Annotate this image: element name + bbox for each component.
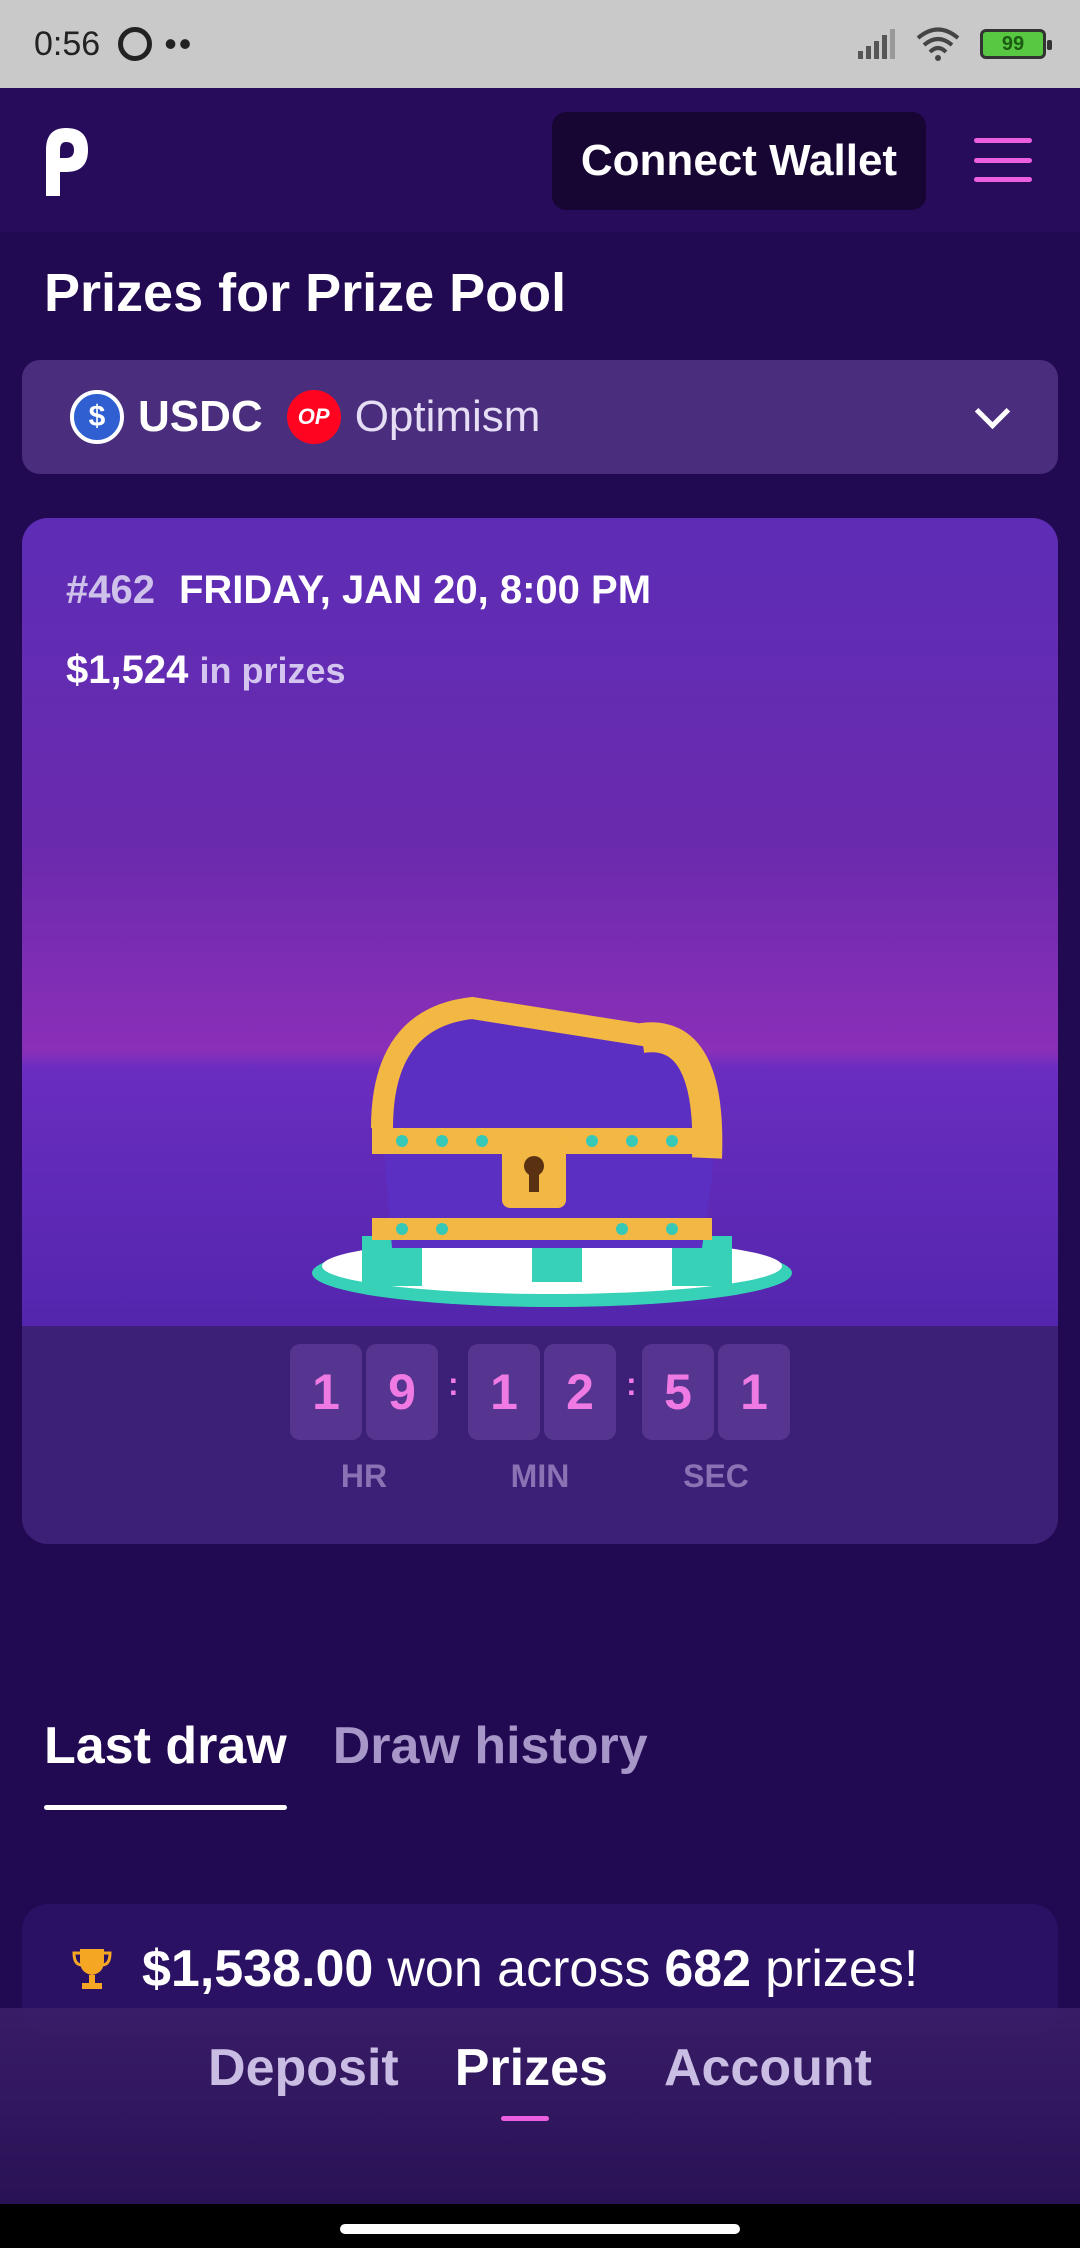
status-bar: 0:56 •• 99: [0, 0, 1080, 88]
countdown-min-label: MIN: [510, 1458, 570, 1494]
hamburger-menu-icon[interactable]: [974, 138, 1032, 182]
bottom-navigation: Deposit Prizes Account: [0, 2008, 1080, 2204]
signal-icon: [858, 29, 895, 59]
countdown-hr-digit-1: 1: [290, 1344, 362, 1440]
optimism-icon: OP: [286, 390, 341, 444]
countdown-min-digit-2: 2: [544, 1344, 616, 1440]
summary-middle-text: won across: [387, 1940, 651, 1998]
countdown-sec-label: SEC: [683, 1458, 749, 1494]
prize-suffix: in prizes: [199, 650, 346, 691]
app-header: Connect Wallet: [0, 88, 1080, 232]
total-won-amount: $1,538.00: [142, 1940, 374, 1998]
tab-last-draw[interactable]: Last draw: [44, 1716, 287, 1810]
status-time: 0:56: [34, 24, 101, 63]
countdown-sec-digit-1: 5: [642, 1344, 714, 1440]
countdown-hr-digit-2: 9: [366, 1344, 438, 1440]
draw-info: #462 FRIDAY, JAN 20, 8:00 PM: [66, 568, 651, 613]
draw-hero: #462 FRIDAY, JAN 20, 8:00 PM $1,524 in p…: [22, 518, 1058, 1326]
system-home-bar: [0, 2204, 1080, 2248]
countdown-separator: :: [448, 1366, 459, 1402]
home-indicator[interactable]: [340, 2224, 740, 2234]
wifi-icon: [916, 27, 960, 61]
chevron-down-icon[interactable]: [974, 399, 1010, 435]
countdown-sec-digit-2: 1: [718, 1344, 790, 1440]
pooltogether-logo[interactable]: [42, 124, 90, 200]
draw-number: #462: [66, 568, 155, 612]
draw-card: #462 FRIDAY, JAN 20, 8:00 PM $1,524 in p…: [22, 518, 1058, 1544]
prize-total: $1,524 in prizes: [66, 648, 346, 693]
draw-date: FRIDAY, JAN 20, 8:00 PM: [178, 568, 652, 612]
summary-suffix: prizes!: [765, 1940, 919, 1998]
prize-count: 682: [664, 1940, 752, 1998]
usdc-icon: $: [70, 390, 124, 444]
network-name: Optimism: [354, 392, 541, 441]
countdown-timer: 1 9 : 1 2 : 5 1 HR MIN SEC: [22, 1326, 1058, 1544]
nav-prizes[interactable]: Prizes: [455, 2038, 608, 2204]
nav-deposit[interactable]: Deposit: [208, 2038, 399, 2204]
sync-icon: [118, 27, 153, 61]
countdown-min-digit-1: 1: [468, 1344, 540, 1440]
notification-dots: ••: [164, 23, 194, 64]
battery-icon: 99: [980, 29, 1052, 59]
page-title: Prizes for Prize Pool: [44, 263, 567, 323]
tab-draw-history[interactable]: Draw history: [333, 1716, 648, 1810]
countdown-hr-label: HR: [340, 1458, 388, 1494]
treasure-chest-illustration: [312, 996, 792, 1307]
nav-account[interactable]: Account: [664, 2038, 872, 2204]
prize-pool-selector[interactable]: $ USDC OP Optimism: [22, 360, 1058, 474]
draw-tabs: Last draw Draw history: [44, 1716, 648, 1810]
prize-amount: $1,524: [66, 648, 189, 692]
token-name: USDC: [138, 392, 263, 441]
connect-wallet-button[interactable]: Connect Wallet: [552, 112, 926, 210]
trophy-icon: [72, 1949, 112, 1989]
countdown-separator: :: [626, 1366, 637, 1402]
